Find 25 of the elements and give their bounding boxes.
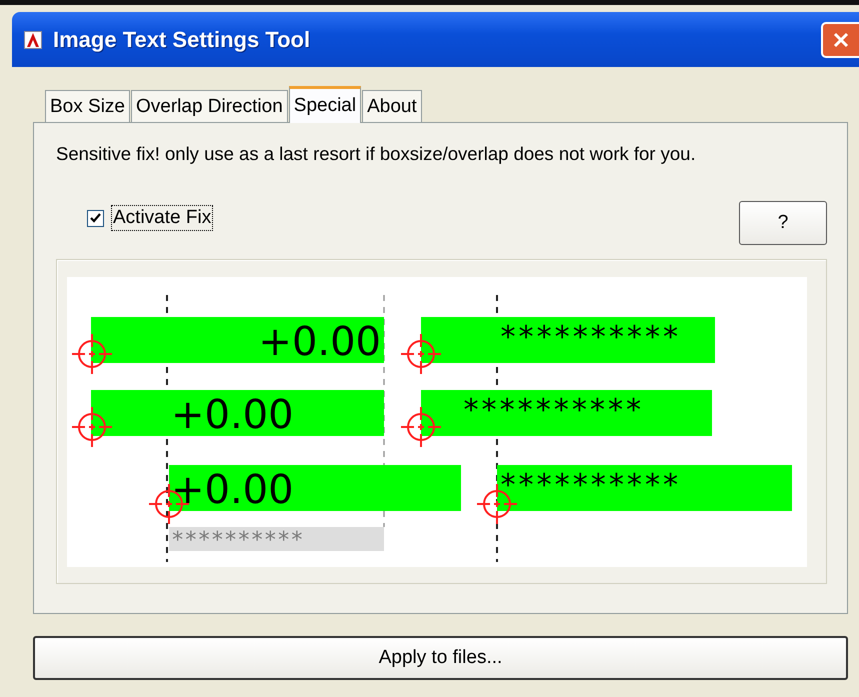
tab[interactable]: Special [288,86,362,123]
ghost-label: ********** [169,527,384,553]
tab[interactable]: About [362,90,422,122]
tab[interactable]: Box Size [45,90,130,122]
sample-text: +0.00 [171,467,294,513]
window-title: Image Text Settings Tool [53,26,312,52]
close-button[interactable] [821,22,859,58]
crosshair-icon [400,406,442,448]
activate-fix-checkbox[interactable]: Activate Fix [87,205,214,231]
checkbox[interactable] [87,210,104,226]
crosshair-icon [71,406,113,448]
sample-text: ********** [462,393,643,428]
tab[interactable]: Overlap Direction [130,90,288,122]
sample-text: +0.00 [258,319,381,365]
crosshair-icon [400,333,442,375]
crosshair-icon [71,333,113,375]
sample-text: ********** [499,468,680,503]
sample-text: +0.00 [171,392,294,438]
sample-text: ********** [499,320,680,355]
description-text: Sensitive fix! only use as a last resort if boxsize/overlap does not work for you. [56,143,697,165]
app-icon [24,30,42,48]
checkbox-label: Activate Fix [111,205,214,231]
checkmark-icon [90,212,101,224]
help-button[interactable]: ? [739,201,827,245]
apply-button[interactable]: Apply to files... [33,636,848,680]
